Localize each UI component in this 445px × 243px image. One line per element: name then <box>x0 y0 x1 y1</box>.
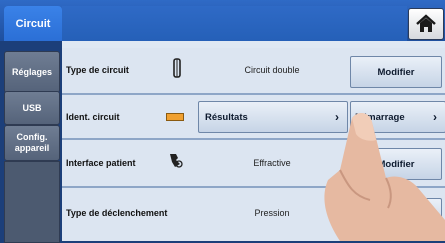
sidebar-item-usb[interactable]: USB <box>4 91 60 125</box>
resultats-label: Résultats <box>205 111 248 123</box>
home-icon <box>416 14 436 32</box>
orange-bar-icon <box>166 113 184 121</box>
tube-icon <box>172 57 182 84</box>
pointing-hand <box>324 113 445 241</box>
tab-circuit[interactable]: Circuit <box>4 6 62 41</box>
sidebar-filler <box>4 161 60 243</box>
row-label: Type de circuit <box>66 65 129 75</box>
row-label: Type de déclenchement <box>66 208 168 218</box>
mask-icon <box>166 150 184 175</box>
row-label: Ident. circuit <box>66 112 120 122</box>
screen: Circuit Réglages USB Config. appareil Ty… <box>0 0 445 243</box>
modifier-button[interactable]: Modifier <box>350 56 442 88</box>
row-value: Circuit double <box>244 65 300 75</box>
sidebar-item-config-appareil[interactable]: Config. appareil <box>4 125 60 161</box>
top-bar-fill <box>62 6 407 41</box>
row-type-de-circuit: Type de circuit Circuit double Modifier <box>62 48 445 95</box>
row-label: Interface patient <box>66 158 136 168</box>
sidebar-item-reglages[interactable]: Réglages <box>4 51 60 93</box>
home-button[interactable] <box>408 8 444 40</box>
top-bar: Circuit <box>0 0 445 41</box>
sidebar: Réglages USB Config. appareil <box>0 41 62 243</box>
